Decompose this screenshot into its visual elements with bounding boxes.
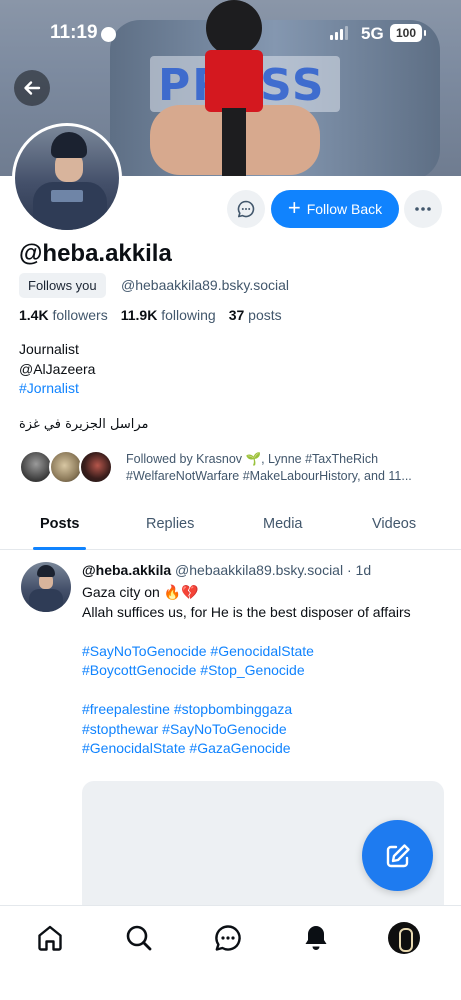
post-hashtags[interactable]: #BoycottGenocide #Stop_Genocide	[82, 661, 442, 681]
tab-videos[interactable]: Videos	[372, 516, 416, 532]
signal-icon	[330, 26, 348, 40]
profile-handle: @hebaakkila89.bsky.social	[121, 277, 290, 293]
tab-replies[interactable]: Replies	[146, 516, 194, 532]
post-hashtags[interactable]: #stopthewar #SayNoToGenocide	[82, 720, 442, 740]
banner-mic-handle	[222, 108, 246, 176]
followed-by-text[interactable]: Followed by Krasnov 🌱, Lynne #TaxTheRich…	[126, 451, 446, 485]
profile-stats: 1.4K followers 11.9K following 37 posts	[19, 307, 282, 323]
plus-icon: +	[287, 195, 301, 220]
bio-line: @AlJazeera	[19, 360, 96, 377]
nav-profile-avatar	[388, 922, 420, 954]
post-author-handle[interactable]: @hebaakkila89.bsky.social	[175, 562, 343, 578]
recording-dot-icon	[101, 27, 116, 42]
message-button[interactable]	[227, 190, 265, 228]
nav-notifications[interactable]	[299, 921, 333, 955]
arrow-left-icon	[24, 81, 41, 95]
nav-search[interactable]	[122, 921, 156, 955]
post-hashtags[interactable]: #SayNoToGenocide #GenocidalState	[82, 642, 442, 662]
more-horizontal-icon	[415, 207, 431, 211]
follows-you-badge: Follows you	[19, 273, 106, 298]
bell-icon	[305, 926, 327, 950]
follow-back-button[interactable]: + Follow Back	[271, 190, 399, 228]
post-hashtags[interactable]: #GenocidalState #GazaGenocide	[82, 739, 442, 759]
post-line: Allah suffices us, for He is the best di…	[82, 603, 411, 620]
post-spacer	[82, 681, 442, 701]
post-header: @heba.akkila @hebaakkila89.bsky.social ·…	[82, 562, 371, 578]
avatar-body	[29, 589, 63, 612]
status-bar: 11:19 5G 100	[0, 0, 461, 70]
post-author-name[interactable]: @heba.akkila	[82, 562, 171, 578]
bio-arabic-line: مراسل الجزيرة في غزة	[19, 417, 149, 432]
post-author-avatar[interactable]	[21, 562, 71, 612]
post-spacer	[82, 622, 442, 642]
followers-stat[interactable]: 1.4K followers	[19, 307, 108, 323]
following-stat[interactable]: 11.9K following	[121, 307, 216, 323]
post-hashtags[interactable]: #freepalestine #stopbombinggaza	[82, 700, 442, 720]
profile-bio: Journalist @AlJazeera #Jornalist	[19, 340, 95, 399]
chat-bubble-icon	[237, 200, 255, 218]
avatar-helmet	[51, 132, 87, 158]
profile-avatar[interactable]	[12, 123, 122, 233]
display-name: @heba.akkila	[19, 240, 172, 267]
post-text[interactable]: Gaza city on 🔥💔 Allah suffices us, for H…	[82, 583, 442, 759]
bio-hashtag-link[interactable]: #Jornalist	[19, 379, 95, 399]
battery-icon: 100	[390, 24, 426, 42]
tab-media[interactable]: Media	[263, 516, 303, 532]
post-line: Gaza city on 🔥💔	[82, 584, 199, 600]
more-options-button[interactable]	[404, 190, 442, 228]
nav-home[interactable]	[33, 921, 67, 955]
compose-icon	[386, 843, 410, 867]
known-follower-avatar	[19, 450, 53, 484]
active-tab-indicator	[33, 547, 86, 550]
status-time: 11:19	[50, 22, 98, 43]
back-button[interactable]	[14, 70, 50, 106]
profile-tabs: Posts Replies Media Videos	[0, 505, 461, 550]
tab-posts[interactable]: Posts	[40, 516, 80, 532]
avatar-press-tag	[51, 190, 83, 202]
follow-back-label: Follow Back	[306, 201, 383, 217]
known-followers-avatars[interactable]	[19, 450, 119, 486]
known-follower-avatar	[79, 450, 113, 484]
compose-button[interactable]	[362, 820, 433, 891]
avatar-helmet	[37, 565, 55, 577]
bottom-navigation	[0, 905, 461, 1000]
post-age: 1d	[355, 562, 372, 578]
search-icon	[126, 925, 152, 951]
network-type: 5G	[361, 24, 384, 43]
nav-chat[interactable]	[211, 921, 245, 955]
posts-stat: 37 posts	[228, 307, 282, 323]
post-separator: ·	[346, 562, 352, 578]
nav-profile[interactable]	[387, 921, 421, 955]
chat-icon	[215, 925, 241, 951]
known-follower-avatar	[49, 450, 83, 484]
home-icon	[38, 925, 62, 951]
bio-line: Journalist	[19, 341, 79, 357]
